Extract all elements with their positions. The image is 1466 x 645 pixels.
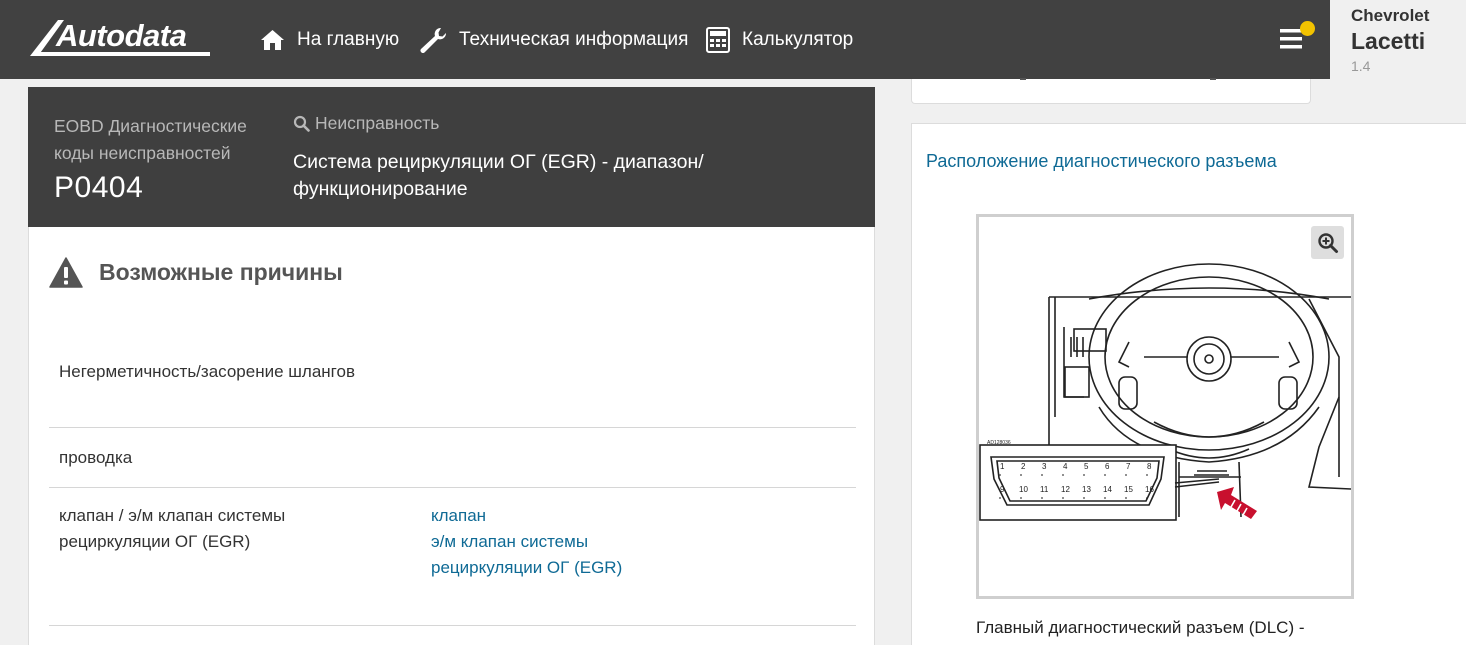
home-icon	[261, 30, 284, 50]
pin-label: 7	[1126, 462, 1131, 471]
pin-label: 8	[1147, 462, 1152, 471]
dtc-code: P0404	[54, 171, 144, 204]
vehicle-selector[interactable]: Chevrolet Lacetti 1.4	[1330, 0, 1466, 79]
nav-tech-info-link[interactable]: Техническая информация	[419, 26, 688, 54]
pin-label: 1	[1000, 462, 1005, 471]
top-navigation-bar: Autodata На главную Техническая информац…	[0, 0, 1330, 79]
location-arrow-icon	[1217, 487, 1257, 519]
dtc-header: EOBD Диагностические коды неисправностей…	[28, 87, 875, 227]
nav-calculator-label: Калькулятор	[742, 29, 854, 50]
pin-label: 4	[1063, 462, 1068, 471]
nav-home-link[interactable]: На главную	[260, 26, 399, 54]
cause-row: проводка	[49, 428, 856, 488]
dlc-illustration: AD128036 1 2 3 4 5 6 7 8 9 10 11 12 13 1…	[979, 263, 1351, 521]
pin-label: 5	[1084, 462, 1089, 471]
fault-description: Система рециркуляции ОГ (EGR) - диапазон…	[293, 151, 704, 200]
clipped-text-fragment	[1210, 78, 1216, 80]
dlc-caption: Главный диагностический разъем (DLC) -	[976, 618, 1305, 637]
search-icon	[293, 115, 310, 132]
pin-label: 9	[1000, 485, 1005, 494]
possible-causes-panel: Возможные причины Негерметичность/засоре…	[28, 227, 875, 645]
nav-calculator-link[interactable]: Калькулятор	[706, 26, 853, 54]
pin-label: 14	[1103, 485, 1112, 494]
pin-label: 16	[1145, 485, 1154, 494]
fault-label: Неисправность	[293, 113, 439, 134]
pin-label: 15	[1124, 485, 1133, 494]
causes-heading: Возможные причины	[49, 255, 343, 289]
pin-label: 10	[1019, 485, 1028, 494]
pin-label: 2	[1021, 462, 1026, 471]
cause-text: клапан / э/м клапан системы рециркуляции…	[59, 506, 286, 551]
previous-card-bottom	[911, 78, 1311, 104]
pin-label: 3	[1042, 462, 1047, 471]
cause-links: клапан э/м клапан системы рециркуляции О…	[431, 503, 641, 581]
pin-label: 12	[1061, 485, 1070, 494]
zoom-in-icon	[1317, 232, 1338, 253]
wrench-icon	[420, 27, 447, 53]
autodata-logo[interactable]: Autodata	[28, 16, 213, 62]
vehicle-engine: 1.4	[1351, 58, 1371, 74]
pin-label: 6	[1105, 462, 1110, 471]
pin-label: 13	[1082, 485, 1091, 494]
calculator-icon	[706, 27, 730, 53]
cause-text: Негерметичность/засорение шлангов	[59, 362, 355, 381]
dlc-location-title[interactable]: Расположение диагностического разъема	[926, 151, 1277, 172]
clipped-text-fragment	[1020, 78, 1026, 80]
figure-code: AD128036	[987, 440, 1011, 446]
dlc-location-panel: Расположение диагностического разъема AD…	[911, 123, 1466, 645]
logo-text: Autodata	[56, 18, 187, 53]
cause-row: клапан / э/м клапан системы рециркуляции…	[49, 488, 856, 626]
zoom-in-button[interactable]	[1311, 226, 1344, 259]
vehicle-make: Chevrolet	[1351, 6, 1430, 25]
cause-row: Негерметичность/засорение шлангов	[49, 349, 856, 428]
fault-label-text: Неисправность	[315, 113, 440, 133]
dlc-diagram[interactable]: AD128036 1 2 3 4 5 6 7 8 9 10 11 12 13 1…	[976, 214, 1354, 599]
vehicle-model: Lacetti	[1351, 28, 1426, 54]
cause-text: проводка	[59, 448, 133, 467]
warning-icon	[49, 256, 83, 288]
dtc-category-label: EOBD Диагностические коды неисправностей	[54, 116, 247, 163]
link-egr-solenoid[interactable]: э/м клапан системы рециркуляции ОГ (EGR)	[431, 529, 641, 581]
pin-label: 11	[1040, 485, 1049, 494]
nav-home-label: На главную	[297, 29, 400, 50]
nav-tech-info-label: Техническая информация	[459, 29, 689, 50]
notification-dot	[1300, 21, 1315, 36]
causes-title: Возможные причины	[99, 258, 343, 285]
link-valve[interactable]: клапан	[431, 503, 641, 529]
